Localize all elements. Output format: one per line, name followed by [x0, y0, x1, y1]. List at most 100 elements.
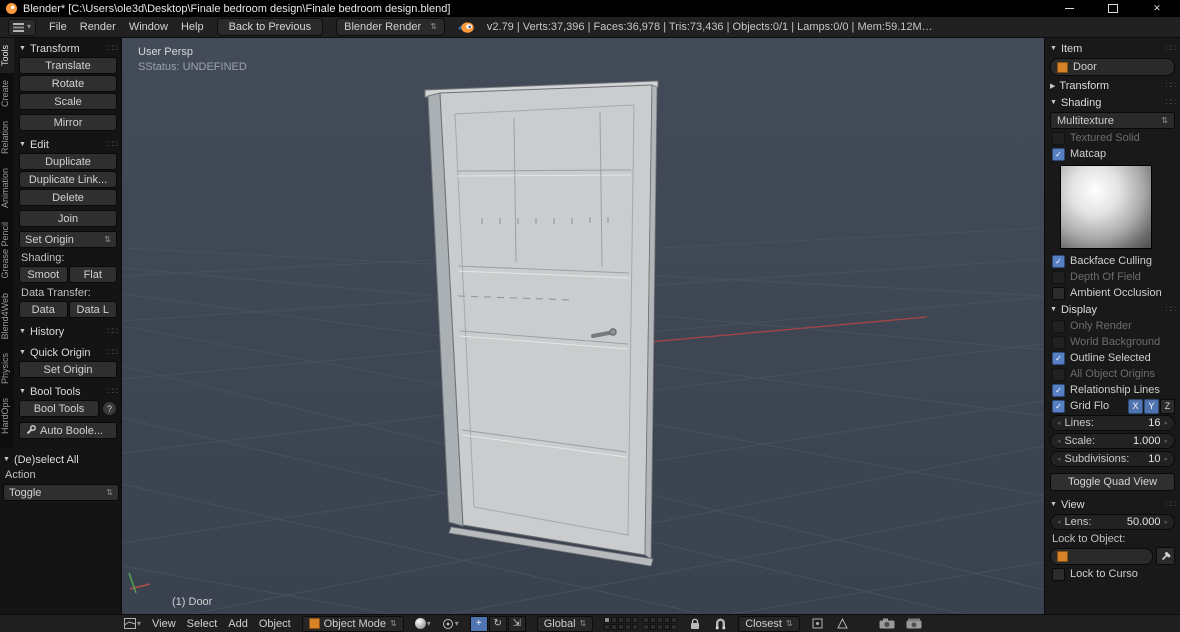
panel-grip-icon[interactable]: ∷∷	[1166, 43, 1177, 54]
checkbox-icon[interactable]: ✓	[1052, 383, 1065, 397]
world-background-checkbox-row[interactable]: ✓ World Background	[1050, 335, 1175, 349]
panel-header-shading[interactable]: ▼ Shading ∷∷	[1050, 95, 1177, 110]
bool-tools-button[interactable]: Bool Tools	[19, 400, 99, 417]
panel-header-quick-origin[interactable]: ▼ Quick Origin ∷∷	[19, 345, 119, 360]
panel-header-edit[interactable]: ▼ Edit ∷∷	[19, 137, 118, 152]
checkbox-icon[interactable]: ✓	[1052, 270, 1065, 284]
grid-lines-field[interactable]: ◂ Lines: 16 ▸	[1050, 415, 1175, 431]
scale-button[interactable]: Scale	[19, 93, 117, 110]
relationship-lines-checkbox-row[interactable]: ✓ Relationship Lines	[1050, 383, 1175, 397]
tab-hardops[interactable]: HardOps	[0, 391, 14, 441]
lock-to-scene-button[interactable]	[688, 617, 702, 631]
minimize-button[interactable]	[1062, 3, 1076, 15]
decrement-icon[interactable]: ◂	[1057, 437, 1061, 445]
opengl-render-button[interactable]	[879, 617, 895, 631]
panel-grip-icon[interactable]: ∷∷	[1166, 80, 1177, 91]
back-to-previous-button[interactable]: Back to Previous	[216, 18, 324, 36]
grid-scale-field[interactable]: ◂ Scale: 1.000 ▸	[1050, 433, 1175, 449]
tab-blend4web[interactable]: Blend4Web	[0, 286, 14, 346]
menu-window[interactable]: Window	[129, 21, 168, 33]
pivot-point-select[interactable]: ▾	[442, 617, 459, 631]
translate-manipulator-button[interactable]: +	[469, 615, 488, 632]
action-toggle-dropdown[interactable]: Toggle ⇅	[3, 484, 119, 501]
menu-file[interactable]: File	[49, 21, 67, 33]
duplicate-linked-button[interactable]: Duplicate Link...	[19, 171, 117, 188]
orientation-select[interactable]: Global ⇅	[536, 615, 594, 632]
opengl-render-anim-button[interactable]	[906, 617, 922, 631]
menu-render[interactable]: Render	[80, 21, 116, 33]
panel-grip-icon[interactable]: ∷∷	[108, 326, 119, 337]
axis-y-button[interactable]: Y	[1144, 398, 1159, 414]
viewport-scene[interactable]	[122, 38, 1044, 614]
decrement-icon[interactable]: ◂	[1057, 518, 1061, 526]
layers-widget[interactable]	[604, 617, 678, 630]
panel-header-transform[interactable]: ▼ Transform ∷∷	[19, 41, 118, 56]
all-object-origins-checkbox-row[interactable]: ✓ All Object Origins	[1050, 367, 1175, 381]
snap-element-select[interactable]: Closest ⇅	[738, 615, 800, 632]
menu-object[interactable]: Object	[259, 618, 291, 630]
set-origin-dropdown[interactable]: Set Origin ⇅	[19, 231, 117, 248]
maximize-button[interactable]	[1106, 3, 1120, 15]
panel-header-display[interactable]: ▼ Display ∷∷	[1050, 302, 1176, 317]
panel-grip-icon[interactable]: ∷∷	[1166, 499, 1177, 510]
lock-to-cursor-checkbox-row[interactable]: ✓ Lock to Curso	[1050, 567, 1175, 581]
increment-icon[interactable]: ▸	[1164, 518, 1168, 526]
only-render-checkbox-row[interactable]: ✓ Only Render	[1050, 319, 1175, 333]
panel-grip-icon[interactable]: ∷∷	[108, 347, 119, 358]
viewport-shading-select[interactable]: ▾	[414, 617, 431, 631]
data-button[interactable]: Data	[19, 301, 68, 318]
editor-type-button[interactable]: ▾	[124, 617, 141, 631]
duplicate-button[interactable]: Duplicate	[19, 153, 117, 170]
backface-culling-checkbox-row[interactable]: ✓ Backface Culling	[1050, 254, 1175, 268]
menu-help[interactable]: Help	[181, 21, 204, 33]
axis-z-button[interactable]: Z	[1160, 398, 1175, 414]
viewport-3d[interactable]: User Persp SStatus: UNDEFINED (1) Door	[122, 38, 1044, 614]
tab-animation[interactable]: Animation	[0, 161, 14, 215]
panel-grip-icon[interactable]: ∷∷	[108, 386, 119, 397]
panel-header-transform[interactable]: ▶ Transform ∷∷	[1050, 78, 1177, 93]
tab-physics[interactable]: Physics	[0, 346, 14, 391]
panel-header-view[interactable]: ▼ View ∷∷	[1050, 497, 1177, 512]
delete-button[interactable]: Delete	[19, 189, 117, 206]
ambient-occlusion-checkbox-row[interactable]: ✓ Ambient Occlusion	[1050, 286, 1175, 300]
decrement-icon[interactable]: ◂	[1057, 419, 1061, 427]
render-engine-select[interactable]: Blender Render ⇅	[336, 18, 445, 36]
shading-mode-select[interactable]: Multitexture ⇅	[1050, 112, 1175, 129]
checkbox-icon[interactable]: ✓	[1052, 147, 1065, 161]
rotate-manipulator-button[interactable]: ↻	[488, 615, 507, 632]
checkbox-icon[interactable]: ✓	[1052, 254, 1065, 268]
editor-type-button[interactable]: ▾	[8, 18, 37, 36]
tab-tools[interactable]: Tools	[0, 38, 14, 74]
increment-icon[interactable]: ▸	[1164, 437, 1168, 445]
decrement-icon[interactable]: ◂	[1057, 455, 1061, 463]
rotate-button[interactable]: Rotate	[19, 75, 117, 92]
quick-set-origin-button[interactable]: Set Origin	[19, 361, 117, 378]
menu-view[interactable]: View	[152, 618, 176, 630]
tab-relation[interactable]: Relation	[0, 114, 14, 161]
auto-boolean-button[interactable]: Auto Boole...	[19, 422, 117, 439]
menu-add[interactable]: Add	[228, 618, 248, 630]
toggle-quad-view-button[interactable]: Toggle Quad View	[1050, 473, 1175, 491]
checkbox-icon[interactable]: ✓	[1052, 131, 1065, 145]
checkbox-icon[interactable]: ✓	[1052, 367, 1065, 381]
textured-solid-checkbox-row[interactable]: ✓ Textured Solid	[1050, 131, 1175, 145]
checkbox-icon[interactable]: ✓	[1052, 319, 1065, 333]
tab-grease-pencil[interactable]: Grease Pencil	[0, 215, 14, 286]
matcap-checkbox-row[interactable]: ✓ Matcap	[1050, 147, 1175, 161]
grid-floor-row[interactable]: ✓ Grid Flo X Y Z	[1050, 398, 1175, 414]
checkbox-icon[interactable]: ✓	[1052, 351, 1065, 365]
increment-icon[interactable]: ▸	[1164, 455, 1168, 463]
panel-header-item[interactable]: ▼ Item ∷∷	[1050, 41, 1177, 56]
mirror-button[interactable]: Mirror	[19, 114, 117, 131]
panel-header-bool-tools[interactable]: ▼ Bool Tools ∷∷	[19, 384, 119, 399]
panel-grip-icon[interactable]: ∷∷	[1166, 97, 1177, 108]
snap-target-button[interactable]	[811, 617, 825, 631]
object-name-field[interactable]: Door	[1050, 58, 1175, 76]
menu-select[interactable]: Select	[187, 618, 218, 630]
checkbox-icon[interactable]: ✓	[1052, 567, 1065, 581]
eyedropper-button[interactable]	[1156, 547, 1175, 565]
data-layout-button[interactable]: Data L	[68, 301, 117, 318]
snap-toggle-button[interactable]	[713, 617, 727, 631]
tab-create[interactable]: Create	[0, 73, 14, 114]
lens-field[interactable]: ◂ Lens: 50.000 ▸	[1050, 514, 1175, 530]
